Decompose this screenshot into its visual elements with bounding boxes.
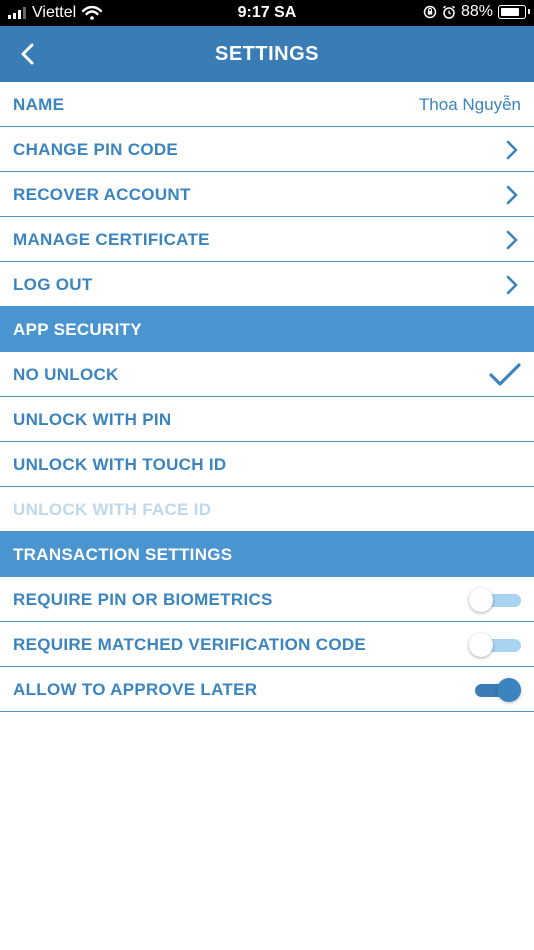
battery-percent: 88%	[460, 3, 493, 20]
require-pin-label: REQUIRE PIN OR BIOMETRICS	[13, 590, 273, 609]
approve-later-label: ALLOW TO APPROVE LATER	[13, 680, 258, 699]
page-title: SETTINGS	[214, 43, 319, 65]
change-pin-label: CHANGE PIN CODE	[13, 140, 179, 159]
transaction-settings-header: TRANSACTION SETTINGS	[0, 532, 534, 577]
signal-icon	[8, 7, 26, 19]
chevron-right-icon	[506, 140, 518, 160]
require-code-toggle[interactable]	[469, 633, 521, 657]
no-unlock-option[interactable]: NO UNLOCK	[0, 352, 534, 397]
settings-list: NAME Thoa Nguyễn CHANGE PIN CODE RECOVER…	[0, 82, 534, 712]
require-code-row: REQUIRE MATCHED VERIFICATION CODE	[0, 622, 534, 667]
nav-bar: SETTINGS	[0, 26, 534, 82]
unlock-with-face-id-option: UNLOCK WITH FACE ID	[0, 487, 534, 532]
chevron-right-icon	[506, 185, 518, 205]
chevron-right-icon	[506, 275, 518, 295]
orientation-lock-icon	[423, 5, 437, 19]
name-row: NAME Thoa Nguyễn	[0, 82, 534, 127]
name-label: NAME	[13, 95, 65, 114]
battery-icon	[498, 5, 530, 19]
status-left: Viettel	[8, 4, 103, 22]
transaction-settings-title: TRANSACTION SETTINGS	[13, 545, 233, 564]
require-pin-toggle[interactable]	[469, 588, 521, 612]
checkmark-icon	[489, 363, 521, 386]
wifi-icon	[82, 6, 103, 20]
name-value: Thoa Nguyễn	[418, 95, 521, 114]
battery-fill	[501, 8, 519, 16]
recover-account-label: RECOVER ACCOUNT	[13, 185, 191, 204]
toggle-knob	[469, 633, 493, 657]
unlock-with-pin-label: UNLOCK WITH PIN	[13, 410, 172, 429]
status-right: 88%	[423, 3, 530, 21]
change-pin-row[interactable]: CHANGE PIN CODE	[0, 127, 534, 172]
app-security-header: APP SECURITY	[0, 307, 534, 352]
alarm-icon	[442, 5, 455, 19]
manage-certificate-row[interactable]: MANAGE CERTIFICATE	[0, 217, 534, 262]
require-code-label: REQUIRE MATCHED VERIFICATION CODE	[13, 635, 367, 654]
log-out-label: LOG OUT	[13, 275, 93, 294]
unlock-with-face-id-label: UNLOCK WITH FACE ID	[13, 500, 212, 519]
recover-account-row[interactable]: RECOVER ACCOUNT	[0, 172, 534, 217]
no-unlock-label: NO UNLOCK	[13, 365, 119, 384]
carrier-label: Viettel	[32, 4, 77, 21]
unlock-with-touch-id-option[interactable]: UNLOCK WITH TOUCH ID	[0, 442, 534, 487]
unlock-with-touch-id-label: UNLOCK WITH TOUCH ID	[13, 455, 227, 474]
chevron-right-icon	[506, 230, 518, 250]
approve-later-toggle[interactable]	[469, 678, 521, 702]
status-bar: Viettel 9:17 SA 88%	[0, 0, 534, 26]
toggle-knob	[469, 588, 493, 612]
app-security-title: APP SECURITY	[13, 320, 142, 339]
manage-certificate-label: MANAGE CERTIFICATE	[13, 230, 210, 249]
unlock-with-pin-option[interactable]: UNLOCK WITH PIN	[0, 397, 534, 442]
require-pin-row: REQUIRE PIN OR BIOMETRICS	[0, 577, 534, 622]
log-out-row[interactable]: LOG OUT	[0, 262, 534, 307]
toggle-knob	[497, 678, 521, 702]
approve-later-row: ALLOW TO APPROVE LATER	[0, 667, 534, 712]
